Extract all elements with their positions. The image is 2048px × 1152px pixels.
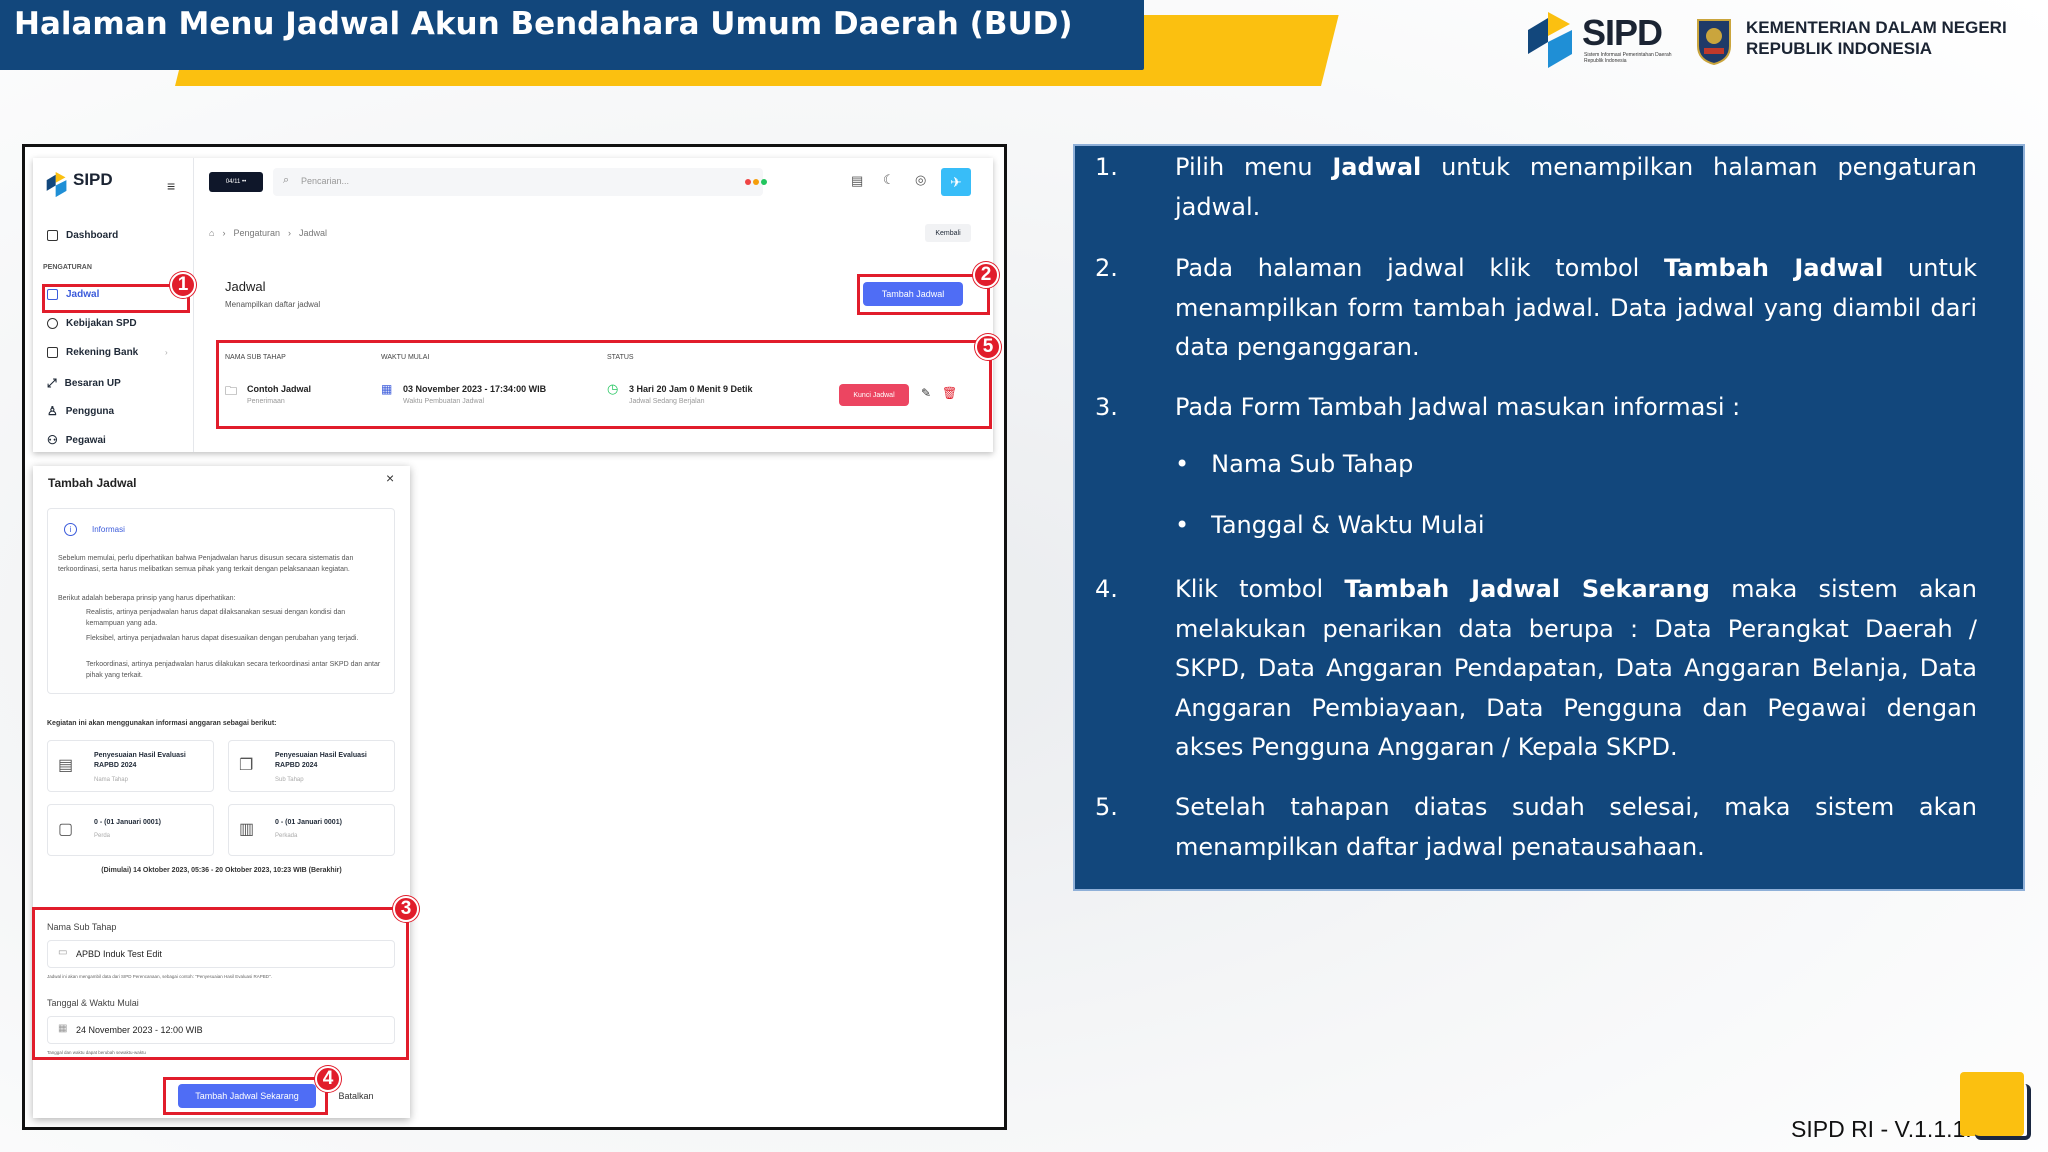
info-icon: i bbox=[64, 523, 77, 536]
highlight-form bbox=[32, 907, 409, 1060]
section-subtitle: Menampilkan daftar jadwal bbox=[225, 300, 321, 309]
card-perda: ▢ 0 - (01 Januari 0001) Perda bbox=[47, 804, 214, 856]
info-paragraph: Sebelum memulai, perlu diperhatikan bahw… bbox=[58, 555, 354, 573]
page-title: Halaman Menu Jadwal Akun Bendahara Umum … bbox=[14, 6, 1073, 42]
moon-icon[interactable]: ☾ bbox=[883, 172, 895, 188]
clock-icon bbox=[47, 318, 58, 329]
sidebar-item-rekening-bank[interactable]: Rekening Bank bbox=[47, 347, 138, 358]
sidebar-logo-text: SIPD bbox=[73, 170, 113, 189]
ministry-line1: KEMENTERIAN DALAM NEGERI bbox=[1746, 18, 2007, 37]
step-3: 3. Pada Form Tambah Jadwal masukan inform… bbox=[1095, 393, 1741, 421]
uses-label: Kegiatan ini akan menggunakan informasi … bbox=[47, 720, 277, 727]
highlight-jadwal-table bbox=[216, 340, 992, 429]
date-range: (Dimulai) 14 Oktober 2023, 05:36 - 20 Ok… bbox=[101, 867, 342, 874]
section-title: Jadwal bbox=[225, 279, 266, 294]
sipd-logo-icon bbox=[1528, 12, 1572, 68]
breadcrumb: ⌂ › Pengaturan › Jadwal bbox=[209, 228, 327, 238]
sipd-tagline: Sistem Informasi Pemerintahan Daerah Rep… bbox=[1584, 52, 1672, 64]
info-bullet-1: Realistis, artinya penjadwalan harus dap… bbox=[86, 609, 346, 627]
back-button[interactable]: Kembali bbox=[925, 224, 971, 242]
breadcrumb-pengaturan[interactable]: Pengaturan bbox=[233, 228, 280, 238]
hamburger-icon[interactable]: ≡ bbox=[167, 178, 175, 194]
bullet-1: • Nama Sub Tahap bbox=[1175, 450, 1414, 478]
user-icon: ♙ bbox=[47, 404, 58, 418]
close-icon[interactable]: × bbox=[386, 470, 394, 486]
sidebar-item-pengguna[interactable]: ♙ Pengguna bbox=[47, 404, 114, 418]
globe-icon[interactable]: ◎ bbox=[915, 172, 926, 188]
dot-green-icon bbox=[761, 179, 767, 185]
breadcrumb-jadwal: Jadwal bbox=[298, 228, 327, 238]
info-title: Informasi bbox=[92, 525, 125, 534]
step-4: 4. Klik tombol Tambah Jadwal Sekarang mak… bbox=[1095, 575, 1977, 761]
step-badge-2: 2 bbox=[973, 262, 999, 288]
card-perkada: ▥ 0 - (01 Januari 0001) Perkada bbox=[228, 804, 395, 856]
version-label: SIPD RI - V.1.1.1. bbox=[1791, 1116, 1972, 1142]
slide: Halaman Menu Jadwal Akun Bendahara Umum … bbox=[0, 0, 2048, 1152]
bullet-2: • Tanggal & Waktu Mulai bbox=[1175, 511, 1485, 539]
year-badge[interactable]: 04/11 •• bbox=[209, 172, 263, 192]
avatar[interactable]: ✈ bbox=[941, 168, 971, 196]
search-bar[interactable]: ⌕ Pencarian... bbox=[273, 168, 763, 196]
sidebar-logo-icon bbox=[46, 172, 67, 198]
step-badge-3: 3 bbox=[393, 896, 419, 922]
corner-outline bbox=[1975, 1084, 2031, 1140]
card-nama-tahap: ▤ Penyesuaian Hasil Evaluasi RAPBD 2024 … bbox=[47, 740, 214, 792]
copy-icon: ❐ bbox=[239, 757, 254, 774]
kemendagri-emblem-icon bbox=[1697, 19, 1731, 66]
highlight-jadwal bbox=[42, 284, 190, 313]
dot-yellow-icon bbox=[753, 179, 759, 185]
info-bullet-2: Fleksibel, artinya penjadwalan harus dap… bbox=[86, 635, 359, 642]
document-icon: ▤ bbox=[58, 757, 74, 774]
layout-icon[interactable]: ▤ bbox=[851, 173, 863, 189]
clipboard-icon: ▢ bbox=[58, 821, 74, 838]
home-icon[interactable]: ⌂ bbox=[209, 228, 214, 238]
card-icon bbox=[47, 347, 58, 358]
home-icon bbox=[47, 230, 58, 241]
step-2: 2. Pada halaman jadwal klik tombol Tambah… bbox=[1095, 254, 1977, 361]
step-badge-5: 5 bbox=[975, 334, 1001, 360]
sidebar-item-besaran-up[interactable]: ⤢ Besaran UP bbox=[47, 376, 121, 391]
step-1: 1. Pilih menu Jadwal untuk menampilkan ha… bbox=[1095, 153, 1978, 221]
highlight-submit bbox=[163, 1077, 328, 1115]
info-box: i Informasi Sebelum memulai, perlu diper… bbox=[47, 508, 395, 694]
users-icon: ⚇ bbox=[47, 433, 58, 447]
modal-title: Tambah Jadwal bbox=[48, 476, 137, 490]
expand-icon: ⤢ bbox=[47, 376, 57, 390]
dot-red-icon bbox=[745, 179, 751, 185]
sidebar-item-pegawai[interactable]: ⚇ Pegawai bbox=[47, 433, 106, 447]
ministry-line2: REPUBLIK INDONESIA bbox=[1746, 39, 1933, 58]
sipd-logo-text: SIPD bbox=[1582, 12, 1663, 53]
step-badge-1: 1 bbox=[170, 272, 196, 298]
brand-area: SIPD Sistem Informasi Pemerintahan Daera… bbox=[1522, 12, 2042, 72]
sidebar-item-kebijakan-spd[interactable]: Kebijakan SPD bbox=[47, 318, 137, 329]
step-badge-4: 4 bbox=[315, 1066, 341, 1092]
sidebar-item-dashboard[interactable]: Dashboard bbox=[47, 230, 118, 241]
chevron-right-icon[interactable]: › bbox=[165, 348, 168, 357]
search-icon: ⌕ bbox=[283, 174, 290, 186]
highlight-tambah-jadwal bbox=[857, 274, 990, 315]
card-sub-tahap: ❐ Penyesuaian Hasil Evaluasi RAPBD 2024 … bbox=[228, 740, 395, 792]
info-principles: Berikut adalah beberapa prinsip yang har… bbox=[58, 595, 236, 602]
instruction-panel: 1. Pilih menu Jadwal untuk menampilkan ha… bbox=[1073, 144, 2025, 891]
search-input[interactable]: Pencarian... bbox=[301, 176, 349, 186]
info-bullet-3: Terkoordinasi, artinya penjadwalan harus… bbox=[86, 661, 381, 679]
sidebar-section-label: PENGATURAN bbox=[43, 264, 92, 271]
file-icon: ▥ bbox=[239, 821, 255, 838]
step-5: 5. Setelah tahapan diatas sudah selesai, … bbox=[1095, 793, 1977, 861]
